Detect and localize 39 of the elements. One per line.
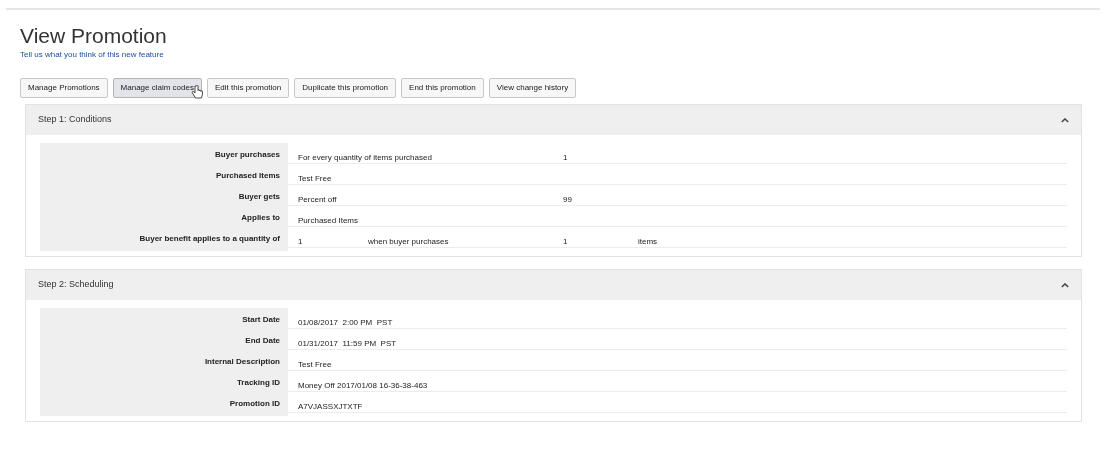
field-label: End Date	[245, 335, 280, 347]
field-label: Tracking ID	[236, 377, 280, 389]
field-value: 99	[563, 195, 572, 204]
toolbar-button[interactable]: Duplicate this promotion	[294, 78, 397, 98]
field-value: Money Off 2017/01/08 16-36-38-463	[298, 381, 428, 390]
panel-title: Step 2: Scheduling	[38, 278, 114, 292]
feedback-link[interactable]: Tell us what you think of this new feature	[20, 49, 164, 61]
field-value: when buyer purchases	[368, 237, 449, 246]
field-value: 01/31/2017 11:59 PM PST	[298, 339, 397, 348]
field-label: Buyer gets	[238, 191, 280, 203]
panel-header[interactable]: Step 1: Conditions	[26, 105, 1081, 135]
field-label: Promotion ID	[229, 398, 280, 410]
field-value: Test Free	[298, 360, 332, 369]
panel-title: Step 1: Conditions	[38, 113, 112, 127]
field-label: Applies to	[241, 212, 280, 224]
toolbar-button[interactable]: View change history	[488, 78, 577, 98]
field-value: Test Free	[298, 174, 332, 183]
chevron-up-icon[interactable]	[1061, 282, 1069, 288]
field-value: 1	[298, 237, 303, 246]
field-value: Purchased Items	[298, 216, 359, 225]
field-value: A7VJASSXJTXTF	[298, 402, 363, 411]
toolbar-button[interactable]: Edit this promotion	[206, 78, 290, 98]
toolbar-button[interactable]: Manage claim codes	[112, 78, 202, 98]
field-label: Buyer benefit applies to a quantity of	[139, 233, 280, 245]
toolbar-button[interactable]: End this promotion	[401, 78, 484, 98]
toolbar-button[interactable]: Manage Promotions	[20, 78, 108, 98]
field-label: Purchased Items	[215, 170, 280, 182]
field-value: Percent off	[298, 195, 337, 204]
field-value: 01/08/2017 2:00 PM PST	[298, 318, 393, 327]
field-label: Buyer purchases	[215, 149, 280, 161]
field-value: 1	[563, 153, 568, 162]
page-title: View Promotion	[20, 24, 168, 48]
panel-header[interactable]: Step 2: Scheduling	[26, 270, 1081, 300]
field-value: items	[638, 237, 658, 246]
field-label: Start Date	[242, 314, 280, 326]
field-value: For every quantity of items purchased	[298, 153, 432, 162]
field-label: Internal Description	[204, 356, 280, 368]
chevron-up-icon[interactable]	[1061, 117, 1069, 123]
field-value: 1	[563, 237, 568, 246]
